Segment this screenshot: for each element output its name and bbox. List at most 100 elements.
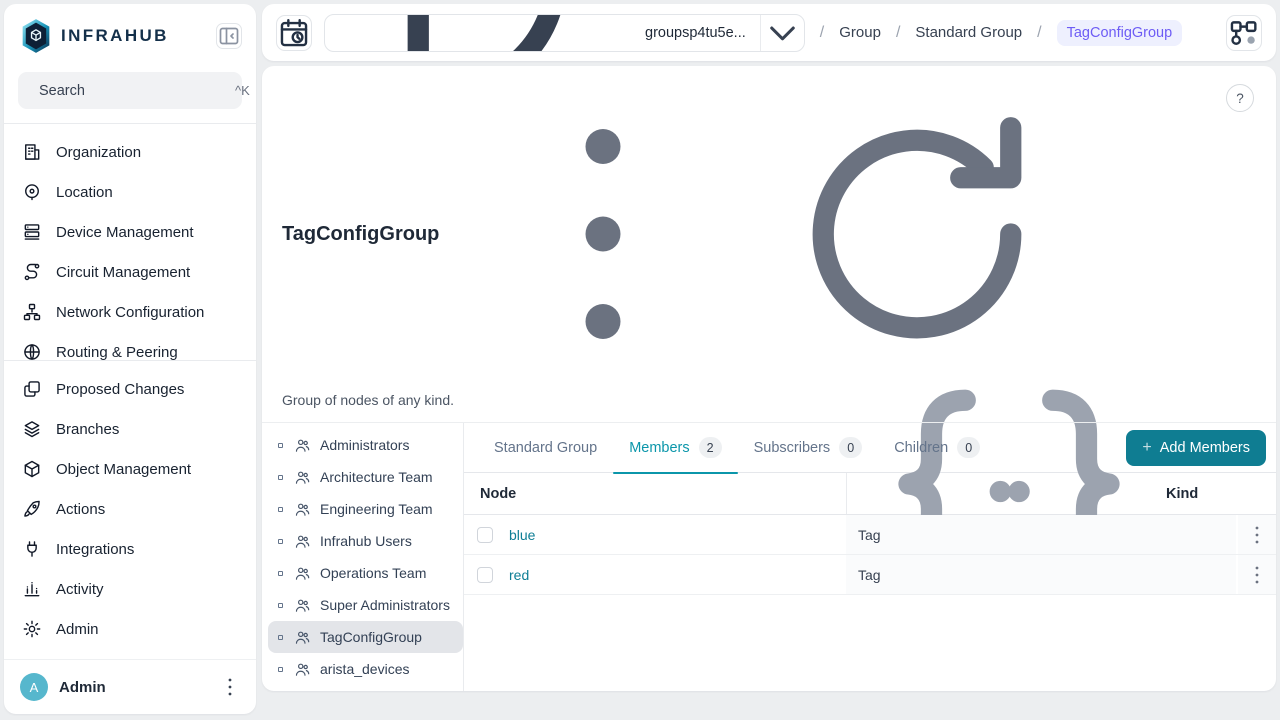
group-list-item[interactable]: Architecture Team	[268, 461, 463, 493]
sidebar-item-actions[interactable]: Actions	[4, 489, 256, 529]
table-row: red Tag	[464, 555, 1276, 595]
group-list-item[interactable]: Super Administrators	[268, 589, 463, 621]
kind-cell: Tag	[858, 526, 881, 543]
group-list-item[interactable]: backbone_interfaces	[268, 685, 463, 691]
user-name: Admin	[59, 678, 106, 696]
breadcrumb-separator: /	[1037, 23, 1042, 41]
tree-bullet-icon	[278, 506, 283, 512]
group-list-item[interactable]: TagConfigGroup	[268, 621, 463, 653]
tree-bullet-icon	[278, 602, 283, 608]
tab-count-badge: 2	[698, 437, 722, 458]
page-header: TagConfigGroup Group of nodes of any kin…	[262, 66, 1276, 423]
route-icon	[22, 262, 42, 282]
schema-button[interactable]	[1226, 14, 1262, 51]
branch-dropdown-toggle[interactable]	[759, 14, 804, 51]
tree-bullet-icon	[278, 474, 283, 480]
copy-diff-icon	[22, 379, 42, 399]
group-list-item[interactable]: Engineering Team	[268, 493, 463, 525]
column-header-kind-label: Kind	[1166, 485, 1199, 502]
tab-standard-group[interactable]: Standard Group	[478, 423, 613, 473]
rocket-icon	[22, 499, 42, 519]
tree-bullet-icon	[278, 442, 283, 448]
group-list-item[interactable]: Operations Team	[268, 557, 463, 589]
node-link[interactable]: blue	[509, 527, 535, 543]
tab-count-badge: 0	[839, 437, 863, 458]
column-header-kind[interactable]: Kind	[846, 389, 1236, 580]
schema-icon	[1227, 16, 1261, 50]
breadcrumb-separator: /	[819, 23, 825, 41]
cube-icon	[22, 459, 42, 479]
row-checkbox[interactable]	[477, 526, 493, 543]
sidebar-item-network-configuration[interactable]: Network Configuration	[4, 292, 256, 332]
hierarchy-icon	[22, 302, 42, 322]
breadcrumb-standard-group[interactable]: Standard Group	[915, 24, 1022, 41]
date-picker-button[interactable]	[276, 14, 312, 51]
brand-name: INFRAHUB	[61, 26, 169, 45]
table-row: blue Tag	[464, 515, 1276, 555]
branch-selector-main[interactable]: groupsp4tu5e...	[325, 14, 760, 51]
plus-icon: +	[1142, 438, 1152, 456]
sidebar-item-label: Admin	[56, 620, 99, 638]
user-row: A Admin	[4, 659, 256, 714]
row-checkbox[interactable]	[477, 566, 493, 583]
column-header-node[interactable]: Node	[464, 473, 846, 514]
row-menu-button[interactable]	[1245, 563, 1269, 587]
group-list-item[interactable]: Administrators	[268, 429, 463, 461]
sidebar-item-integrations[interactable]: Integrations	[4, 529, 256, 569]
group-name: Operations Team	[320, 565, 427, 581]
content-panel: Standard Group Members 2 Subscribers 0 C…	[464, 389, 1276, 691]
sidebar-collapse-button[interactable]	[216, 23, 242, 49]
sidebar-item-admin[interactable]: Admin	[4, 609, 256, 649]
tab-children[interactable]: Children 0	[878, 423, 996, 473]
nav-primary: Organization Location Device Management …	[4, 124, 256, 361]
sidebar-item-branches[interactable]: Branches	[4, 409, 256, 449]
users-icon	[294, 597, 311, 614]
chevron-down-icon	[761, 15, 804, 51]
sidebar-item-label: Organization	[56, 143, 142, 161]
node-link[interactable]: red	[509, 567, 529, 583]
sidebar-item-organization[interactable]: Organization	[4, 132, 256, 172]
users-icon	[294, 661, 311, 678]
sidebar-item-device-management[interactable]: Device Management	[4, 212, 256, 252]
sidebar-item-location[interactable]: Location	[4, 172, 256, 212]
group-list-item[interactable]: Infrahub Users	[268, 525, 463, 557]
git-branch-icon	[337, 14, 637, 51]
tab-members[interactable]: Members 2	[613, 423, 739, 474]
sidebar-item-routing-peering[interactable]: Routing & Peering	[4, 332, 256, 361]
group-name: Super Administrators	[320, 597, 450, 613]
row-menu-button[interactable]	[1245, 523, 1269, 547]
sidebar-item-circuit-management[interactable]: Circuit Management	[4, 252, 256, 292]
breadcrumb-current[interactable]: TagConfigGroup	[1056, 19, 1183, 46]
tab-label: Members	[629, 439, 690, 456]
infrahub-logo-icon	[22, 19, 50, 53]
gear-icon	[22, 619, 42, 639]
page-actions-menu-button[interactable]	[453, 84, 753, 384]
layers-icon	[22, 419, 42, 439]
refresh-button[interactable]	[767, 84, 1067, 384]
page-title: TagConfigGroup	[282, 222, 440, 245]
branch-selector[interactable]: groupsp4tu5e...	[324, 13, 805, 52]
sidebar-item-label: Activity	[56, 580, 104, 598]
search-input[interactable]	[39, 82, 226, 99]
calendar-clock-icon	[277, 16, 311, 50]
search-shortcut: ^K	[235, 83, 250, 99]
add-members-label: Add Members	[1159, 439, 1250, 456]
user-menu-button[interactable]	[218, 675, 242, 699]
search-box[interactable]: ^K	[18, 72, 250, 110]
tab-subscribers[interactable]: Subscribers 0	[738, 423, 879, 473]
sidebar-item-proposed-changes[interactable]: Proposed Changes	[4, 369, 256, 409]
row-actions-cell	[1236, 515, 1276, 554]
tab-label: Standard Group	[494, 439, 598, 456]
users-icon	[294, 469, 311, 486]
sidebar-item-object-management[interactable]: Object Management	[4, 449, 256, 489]
group-list-item[interactable]: arista_devices	[268, 653, 463, 685]
breadcrumb-group[interactable]: Group	[839, 24, 881, 41]
sidebar-item-activity[interactable]: Activity	[4, 569, 256, 609]
tree-bullet-icon	[278, 570, 283, 576]
users-icon	[294, 533, 311, 550]
row-actions-cell	[1236, 555, 1276, 594]
sidebar-item-label: Device Management	[56, 223, 194, 241]
help-button[interactable]: ?	[1226, 84, 1254, 112]
sidebar-item-label: Actions	[56, 500, 106, 518]
group-name: arista_devices	[320, 661, 410, 677]
